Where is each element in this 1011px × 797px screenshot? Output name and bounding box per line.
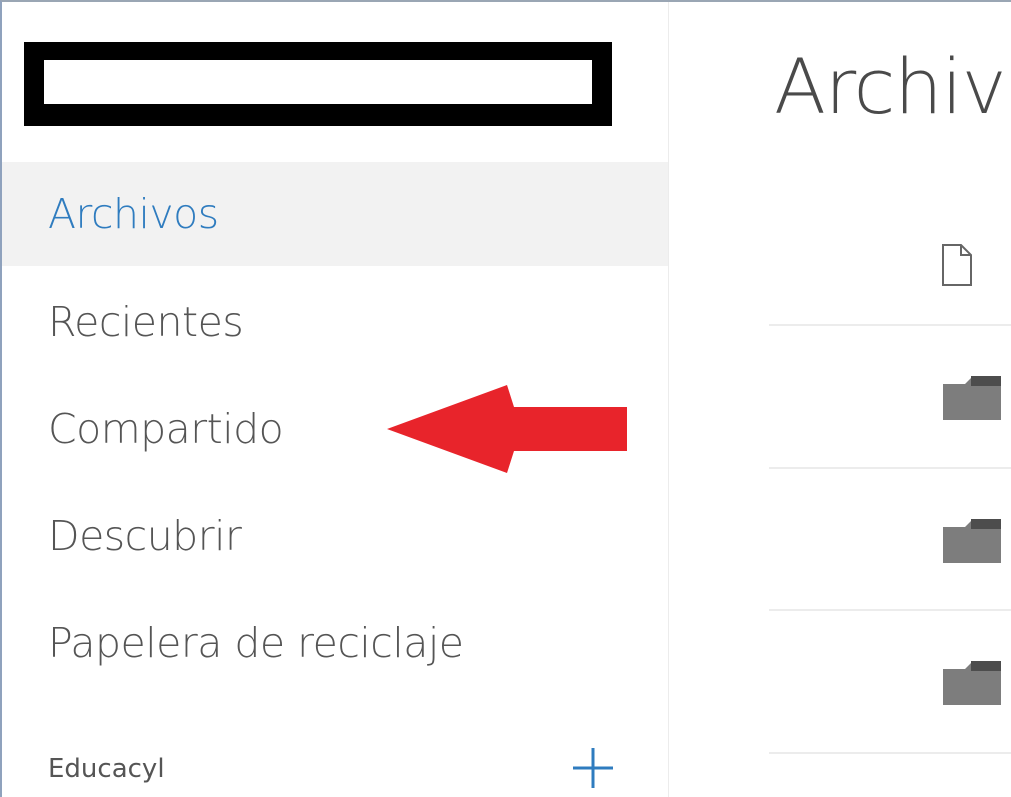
folder-icon[interactable] <box>941 659 1001 705</box>
row-divider <box>769 324 1011 326</box>
redacted-logo <box>24 42 612 126</box>
row-divider <box>769 609 1011 611</box>
page-title: Archiv <box>774 42 1007 131</box>
sidebar-item-label: Compartido <box>48 405 284 453</box>
row-divider <box>769 752 1011 754</box>
sidebar-item-papelera[interactable]: Papelera de reciclaje <box>2 591 668 695</box>
folder-icon[interactable] <box>941 374 1001 420</box>
sidebar-item-label: Archivos <box>48 190 219 238</box>
sidebar-item-descubrir[interactable]: Descubrir <box>2 484 668 588</box>
sidebar-item-label: Recientes <box>48 298 244 346</box>
sidebar-item-recientes[interactable]: Recientes <box>2 270 668 374</box>
sidebar-item-label: Papelera de reciclaje <box>48 619 464 667</box>
sidebar-item-archivos[interactable]: Archivos <box>2 162 668 266</box>
section-label-educacyl: Educacyl <box>48 754 165 784</box>
folder-icon[interactable] <box>941 517 1001 563</box>
main-content: Archiv <box>669 2 1011 797</box>
sidebar: Archivos Recientes Compartido Descubrir … <box>2 2 669 797</box>
plus-icon[interactable] <box>569 744 617 792</box>
row-divider <box>769 467 1011 469</box>
file-icon <box>942 244 972 286</box>
sidebar-item-label: Descubrir <box>48 512 242 560</box>
red-arrow-annotation <box>387 385 627 473</box>
app-window: Archivos Recientes Compartido Descubrir … <box>0 0 1011 797</box>
